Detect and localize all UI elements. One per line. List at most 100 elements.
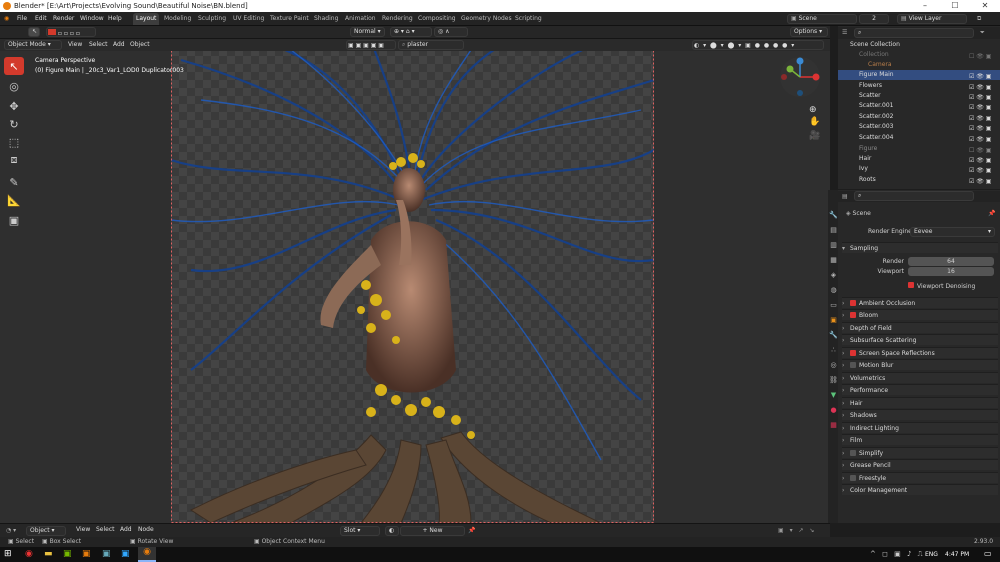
menu-object[interactable]: Object bbox=[128, 40, 152, 50]
photoshop-icon[interactable]: ▣ bbox=[121, 549, 130, 559]
view-layer-options-icon[interactable]: ⧉ bbox=[975, 14, 983, 24]
ssr-checkbox[interactable] bbox=[850, 350, 856, 356]
view-layer-tab-icon[interactable]: ▦ bbox=[829, 253, 838, 268]
particles-tab-icon[interactable]: ∴ bbox=[829, 343, 838, 358]
physics-tab-icon[interactable]: ◎ bbox=[829, 358, 838, 373]
menu-help[interactable]: Help bbox=[106, 14, 124, 24]
collection-tab-icon[interactable]: ▭ bbox=[829, 298, 838, 313]
visibility-icons[interactable]: ☑ 👁 ▣ bbox=[969, 103, 997, 111]
visibility-icons[interactable]: ☑ 👁 ▣ bbox=[969, 177, 997, 185]
outliner-row[interactable]: Scatter.002 ☑ 👁 ▣ bbox=[838, 112, 1000, 122]
app-icon[interactable]: ▣ bbox=[82, 549, 91, 559]
simplify-checkbox[interactable] bbox=[850, 450, 856, 456]
scene-tab-icon[interactable]: ◈ bbox=[829, 268, 838, 283]
overlay-icons[interactable]: ▣ ▾ ↗ ↘ bbox=[778, 527, 816, 534]
zoom-icon[interactable]: ⊕ bbox=[809, 105, 817, 115]
tab-texture-paint[interactable]: Texture Paint bbox=[267, 13, 312, 25]
hair-panel[interactable]: › Hair bbox=[842, 397, 998, 408]
app-icon[interactable]: ▣ bbox=[102, 549, 111, 559]
select-box-tool-icon[interactable]: ↖ bbox=[4, 57, 24, 75]
outliner-row[interactable]: Camera bbox=[838, 60, 1000, 70]
tool-tab-icon[interactable]: 🔧 bbox=[829, 208, 838, 223]
subsurface-scattering-panel[interactable]: › Subsurface Scattering bbox=[842, 334, 998, 345]
bloom-checkbox[interactable] bbox=[850, 312, 856, 318]
properties-search[interactable]: ⌕ bbox=[854, 191, 974, 201]
chrome-icon[interactable]: ◉ bbox=[25, 549, 33, 559]
view-layer-selector[interactable]: ▤ View Layer bbox=[897, 14, 967, 24]
shadows-panel[interactable]: › Shadows bbox=[842, 409, 998, 420]
tray-icons[interactable]: ^ ◻ ▣ ♪ ⎍ bbox=[870, 550, 925, 559]
menu-file[interactable]: File bbox=[15, 14, 29, 24]
pin-icon[interactable]: 📌 bbox=[988, 210, 995, 217]
menu-add[interactable]: Add bbox=[111, 40, 127, 50]
filter-buttons[interactable]: ▣ ▣ ▣ ▣ ▣ bbox=[346, 40, 396, 50]
performance-panel[interactable]: › Performance bbox=[842, 384, 998, 395]
outliner-type-icon[interactable]: ☰ bbox=[842, 29, 847, 36]
data-tab-icon[interactable]: ▼ bbox=[829, 388, 838, 403]
menu-select[interactable]: Select bbox=[87, 40, 110, 50]
tab-modeling[interactable]: Modeling bbox=[161, 13, 194, 25]
blender-menu-icon[interactable]: ◉ bbox=[2, 14, 11, 24]
outliner-row[interactable]: Scatter.004 ☑ 👁 ▣ bbox=[838, 133, 1000, 143]
blender-taskbar-icon[interactable]: ◉ bbox=[138, 547, 156, 562]
tab-uv-editing[interactable]: UV Editing bbox=[230, 13, 267, 25]
constraints-tab-icon[interactable]: ⛓ bbox=[829, 373, 838, 388]
tab-sculpting[interactable]: Sculpting bbox=[195, 13, 229, 25]
pan-hand-icon[interactable]: ✋ bbox=[809, 117, 820, 127]
menu-render[interactable]: Render bbox=[51, 14, 76, 24]
tab-scripting[interactable]: Scripting bbox=[512, 13, 545, 25]
pivot-snap-buttons[interactable]: ⊕ ▾ ⌂ ▾ bbox=[390, 27, 432, 37]
menu-view[interactable]: View bbox=[66, 40, 84, 50]
visibility-icons[interactable]: ☐ 👁 ▣ bbox=[969, 52, 997, 60]
output-tab-icon[interactable]: ▥ bbox=[829, 238, 838, 253]
material-tab-icon[interactable]: ● bbox=[829, 403, 838, 418]
outliner-row[interactable]: Scene Collection bbox=[838, 40, 1000, 50]
freestyle-panel[interactable]: › Freestyle bbox=[842, 472, 998, 483]
add-cube-tool-icon[interactable]: ▣ bbox=[4, 211, 24, 229]
camera-view-icon[interactable]: 🎥 bbox=[809, 131, 820, 141]
outliner-row[interactable]: Scatter.003 ☑ 👁 ▣ bbox=[838, 122, 1000, 132]
simplify-panel[interactable]: › Simplify bbox=[842, 447, 998, 458]
freestyle-checkbox[interactable] bbox=[850, 475, 856, 481]
menu-select[interactable]: Select bbox=[94, 525, 117, 535]
mode-dropdown[interactable]: Object Mode ▾ bbox=[4, 40, 62, 50]
move-tool-icon[interactable]: ✥ bbox=[4, 97, 24, 115]
material-browse-icon[interactable]: ◐ bbox=[385, 526, 399, 536]
outliner-row[interactable]: Collection ☐ 👁 ▣ bbox=[838, 50, 1000, 60]
visibility-icons[interactable]: ☑ 👁 ▣ bbox=[969, 124, 997, 132]
navigation-gizmo[interactable] bbox=[778, 55, 822, 99]
motion-blur-panel[interactable]: › Motion Blur bbox=[842, 359, 998, 370]
new-material-button[interactable]: + New bbox=[400, 526, 465, 536]
visibility-icons[interactable]: ☑ 👁 ▣ bbox=[969, 135, 997, 143]
minimize-icon[interactable]: – bbox=[910, 0, 940, 12]
render-tab-icon[interactable]: ▤ bbox=[829, 223, 838, 238]
menu-window[interactable]: Window bbox=[78, 14, 106, 24]
proportional-edit-buttons[interactable]: ◎ ∧ bbox=[434, 27, 468, 37]
measure-tool-icon[interactable]: 📐 bbox=[4, 191, 24, 209]
3d-viewport[interactable]: Camera Perspective (0) Figure Main | _20… bbox=[0, 51, 830, 523]
menu-edit[interactable]: Edit bbox=[33, 14, 49, 24]
tab-shading[interactable]: Shading bbox=[311, 13, 341, 25]
volumetrics-panel[interactable]: › Volumetrics bbox=[842, 372, 998, 383]
visibility-icons[interactable]: ☑ 👁 ▣ bbox=[969, 114, 997, 122]
outliner-row[interactable]: Figure ☐ 👁 ▣ bbox=[838, 144, 1000, 154]
rotate-tool-icon[interactable]: ↻ bbox=[4, 115, 24, 133]
bloom-panel[interactable]: › Bloom bbox=[842, 309, 998, 320]
tab-compositing[interactable]: Compositing bbox=[415, 13, 459, 25]
outliner-row[interactable]: Hair ☑ 👁 ▣ bbox=[838, 154, 1000, 164]
tab-animation[interactable]: Animation bbox=[342, 13, 379, 25]
visibility-icons[interactable]: ☑ 👁 ▣ bbox=[969, 156, 997, 164]
menu-view[interactable]: View bbox=[74, 525, 92, 535]
clock[interactable]: 4:47 PM bbox=[945, 551, 969, 558]
visibility-icons[interactable]: ☑ 👁 ▣ bbox=[969, 93, 997, 101]
selection-mode-buttons[interactable]: ▫ ▫ ▫ ▫ bbox=[46, 27, 96, 37]
scene-selector[interactable]: ▣ Scene bbox=[787, 14, 857, 24]
viewport-denoising-checkbox[interactable]: Viewport Denoising bbox=[908, 282, 975, 290]
explorer-icon[interactable]: ▬ bbox=[44, 549, 53, 559]
outliner-row[interactable]: Roots ☑ 👁 ▣ bbox=[838, 175, 1000, 185]
ambient-occlusion-panel[interactable]: › Ambient Occlusion bbox=[842, 297, 998, 308]
modifier-tab-icon[interactable]: 🔧 bbox=[829, 328, 838, 343]
sampling-panel-header[interactable]: ▾ Sampling bbox=[842, 242, 998, 253]
outliner-row[interactable]: Flowers ☑ 👁 ▣ bbox=[838, 81, 1000, 91]
notifications-icon[interactable]: ▭ bbox=[984, 549, 992, 558]
